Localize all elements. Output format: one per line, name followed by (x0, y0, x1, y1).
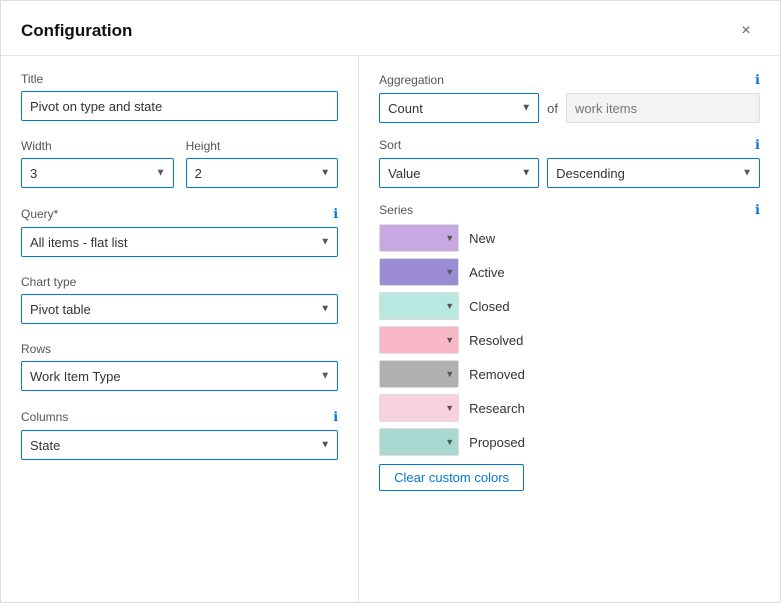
rows-select[interactable]: Work Item Type Assigned To Area Path Ite… (21, 361, 338, 391)
query-select-wrap: All items - flat list ▼ (21, 227, 338, 257)
series-item-closed: ▼ Closed (379, 292, 760, 320)
series-color-resolved[interactable]: ▼ (379, 326, 459, 354)
of-label: of (547, 101, 558, 116)
series-color-closed[interactable]: ▼ (379, 292, 459, 320)
series-color-removed[interactable]: ▼ (379, 360, 459, 388)
aggregation-section: Aggregation ℹ Count Sum Average ▼ of (379, 72, 760, 123)
aggregation-label: Aggregation (379, 73, 444, 87)
height-select-wrap: 1 2 3 4 5 ▼ (186, 158, 339, 188)
width-label: Width (21, 139, 174, 153)
series-color-active[interactable]: ▼ (379, 258, 459, 286)
sort-dir-select[interactable]: Descending Ascending (547, 158, 760, 188)
configuration-modal: Configuration × Title Width 1 2 3 (0, 0, 781, 603)
modal-header: Configuration × (1, 1, 780, 56)
title-label: Title (21, 72, 338, 86)
query-info-icon[interactable]: ℹ (333, 206, 338, 222)
chart-type-select-wrap: Pivot table Bar Column Line Pie ▼ (21, 294, 338, 324)
title-input[interactable] (21, 91, 338, 121)
aggregation-info-icon[interactable]: ℹ (755, 72, 760, 88)
chart-type-field-group: Chart type Pivot table Bar Column Line P… (21, 275, 338, 324)
columns-field-group: Columns ℹ State Work Item Type Assigned … (21, 409, 338, 460)
series-name-research: Research (469, 401, 525, 416)
columns-select[interactable]: State Work Item Type Assigned To (21, 430, 338, 460)
aggregation-select[interactable]: Count Sum Average (379, 93, 539, 123)
sort-section: Sort ℹ Value Label Count ▼ Desce (379, 137, 760, 188)
columns-label: Columns (21, 410, 68, 424)
left-panel: Title Width 1 2 3 4 5 6 (1, 56, 359, 602)
columns-select-wrap: State Work Item Type Assigned To ▼ (21, 430, 338, 460)
series-item-removed: ▼ Removed (379, 360, 760, 388)
width-field-group: Width 1 2 3 4 5 6 ▼ (21, 139, 174, 188)
title-field-group: Title (21, 72, 338, 121)
sort-row: Value Label Count ▼ Descending Ascending… (379, 158, 760, 188)
chart-type-select[interactable]: Pivot table Bar Column Line Pie (21, 294, 338, 324)
rows-select-wrap: Work Item Type Assigned To Area Path Ite… (21, 361, 338, 391)
series-name-new: New (469, 231, 495, 246)
close-button[interactable]: × (732, 17, 760, 45)
query-select[interactable]: All items - flat list (21, 227, 338, 257)
series-item-proposed: ▼ Proposed (379, 428, 760, 456)
sort-label-row: Sort ℹ (379, 137, 760, 153)
series-color-new[interactable]: ▼ (379, 224, 459, 252)
dimensions-row: Width 1 2 3 4 5 6 ▼ Height (21, 139, 338, 188)
series-label: Series (379, 203, 413, 217)
sort-value-select-wrap: Value Label Count ▼ (379, 158, 539, 188)
series-item-new: ▼ New (379, 224, 760, 252)
height-field-group: Height 1 2 3 4 5 ▼ (186, 139, 339, 188)
aggregation-row: Count Sum Average ▼ of (379, 93, 760, 123)
series-name-proposed: Proposed (469, 435, 525, 450)
chart-type-label: Chart type (21, 275, 338, 289)
rows-label: Rows (21, 342, 338, 356)
height-select[interactable]: 1 2 3 4 5 (186, 158, 339, 188)
series-name-closed: Closed (469, 299, 509, 314)
width-select-wrap: 1 2 3 4 5 6 ▼ (21, 158, 174, 188)
height-label: Height (186, 139, 339, 153)
series-info-icon[interactable]: ℹ (755, 202, 760, 218)
rows-field-group: Rows Work Item Type Assigned To Area Pat… (21, 342, 338, 391)
series-color-research[interactable]: ▼ (379, 394, 459, 422)
series-color-proposed[interactable]: ▼ (379, 428, 459, 456)
series-item-resolved: ▼ Resolved (379, 326, 760, 354)
query-field-group: Query* ℹ All items - flat list ▼ (21, 206, 338, 257)
sort-value-select[interactable]: Value Label Count (379, 158, 539, 188)
series-item-research: ▼ Research (379, 394, 760, 422)
series-name-active: Active (469, 265, 504, 280)
sort-info-icon[interactable]: ℹ (755, 137, 760, 153)
series-list: ▼ New ▼ Active ▼ (379, 224, 760, 456)
aggregation-select-wrap: Count Sum Average ▼ (379, 93, 539, 123)
query-label: Query* (21, 207, 58, 221)
aggregation-label-row: Aggregation ℹ (379, 72, 760, 88)
columns-info-icon[interactable]: ℹ (333, 409, 338, 425)
series-name-resolved: Resolved (469, 333, 523, 348)
series-item-active: ▼ Active (379, 258, 760, 286)
modal-title: Configuration (21, 21, 132, 41)
of-input (566, 93, 760, 123)
series-section: Series ℹ ▼ New ▼ (379, 202, 760, 491)
right-panel: Aggregation ℹ Count Sum Average ▼ of (359, 56, 780, 602)
query-label-row: Query* ℹ (21, 206, 338, 222)
series-header: Series ℹ (379, 202, 760, 218)
sort-label: Sort (379, 138, 401, 152)
sort-dir-select-wrap: Descending Ascending ▼ (547, 158, 760, 188)
series-name-removed: Removed (469, 367, 525, 382)
clear-colors-button[interactable]: Clear custom colors (379, 464, 524, 491)
modal-body: Title Width 1 2 3 4 5 6 (1, 56, 780, 602)
width-select[interactable]: 1 2 3 4 5 6 (21, 158, 174, 188)
columns-label-row: Columns ℹ (21, 409, 338, 425)
